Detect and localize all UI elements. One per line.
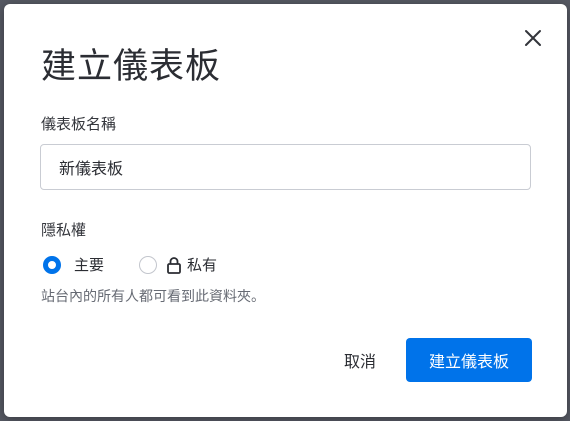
privacy-option-private[interactable]: 私有 — [139, 254, 217, 276]
privacy-option-private-label: 私有 — [187, 256, 218, 274]
lock-icon — [167, 256, 181, 274]
dashboard-name-label: 儀表板名稱 — [41, 115, 117, 133]
privacy-option-main[interactable]: 主要 — [43, 254, 104, 276]
cancel-button[interactable]: 取消 — [326, 338, 394, 382]
radio-selected[interactable] — [43, 256, 61, 274]
privacy-option-main-label: 主要 — [74, 256, 105, 274]
radio-unselected[interactable] — [139, 256, 157, 274]
privacy-hint: 站台內的所有人都可看到此資料夾。 — [41, 289, 265, 305]
close-button[interactable] — [521, 26, 545, 50]
create-dashboard-button[interactable]: 建立儀表板 — [406, 338, 532, 382]
dialog-title: 建立儀表板 — [41, 47, 222, 87]
close-icon — [525, 30, 541, 46]
privacy-label: 隱私權 — [41, 221, 87, 239]
create-dashboard-dialog: 建立儀表板 儀表板名稱 隱私權 主要 私有 站台內的所有人都可看到此資料夾。 取… — [4, 4, 567, 417]
dashboard-name-input[interactable] — [40, 144, 531, 190]
